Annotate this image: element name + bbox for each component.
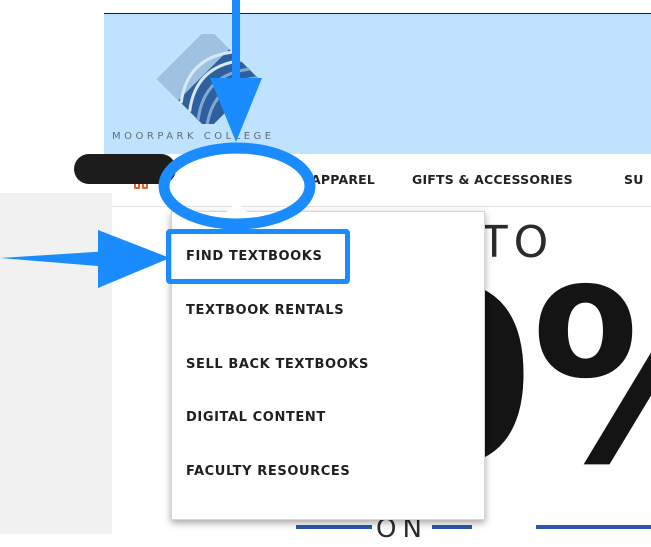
find-textbooks-highlight bbox=[166, 229, 350, 284]
nav-item-sup[interactable]: SU bbox=[624, 154, 644, 206]
nav-item-textbooks[interactable]: TEXTBOOKS bbox=[170, 154, 288, 206]
menu-item-textbook-rentals[interactable]: TEXTBOOK RENTALS bbox=[186, 303, 344, 318]
dropdown-caret bbox=[227, 202, 247, 212]
college-logo[interactable] bbox=[148, 34, 268, 124]
nav-item-apparel[interactable]: APPAREL bbox=[311, 154, 375, 206]
hero-rule-right bbox=[536, 525, 651, 529]
hero-left-panel bbox=[0, 193, 112, 534]
menu-item-sell-back-textbooks[interactable]: SELL BACK TEXTBOOKS bbox=[186, 357, 369, 372]
menu-item-digital-content[interactable]: DIGITAL CONTENT bbox=[186, 410, 326, 425]
nav-active-pill bbox=[74, 154, 176, 184]
main-nav: TEXTBOOKS APPAREL GIFTS & ACCESSORIES SU bbox=[104, 154, 651, 207]
nav-item-gifts-accessories[interactable]: GIFTS & ACCESSORIES bbox=[412, 154, 573, 206]
screenshot: MOORPARK COLLEGE TEXTBOOKS APPAREL GIFTS… bbox=[0, 0, 651, 547]
college-name-text: MOORPARK COLLEGE bbox=[112, 131, 275, 142]
menu-item-faculty-resources[interactable]: FACULTY RESOURCES bbox=[186, 464, 350, 479]
